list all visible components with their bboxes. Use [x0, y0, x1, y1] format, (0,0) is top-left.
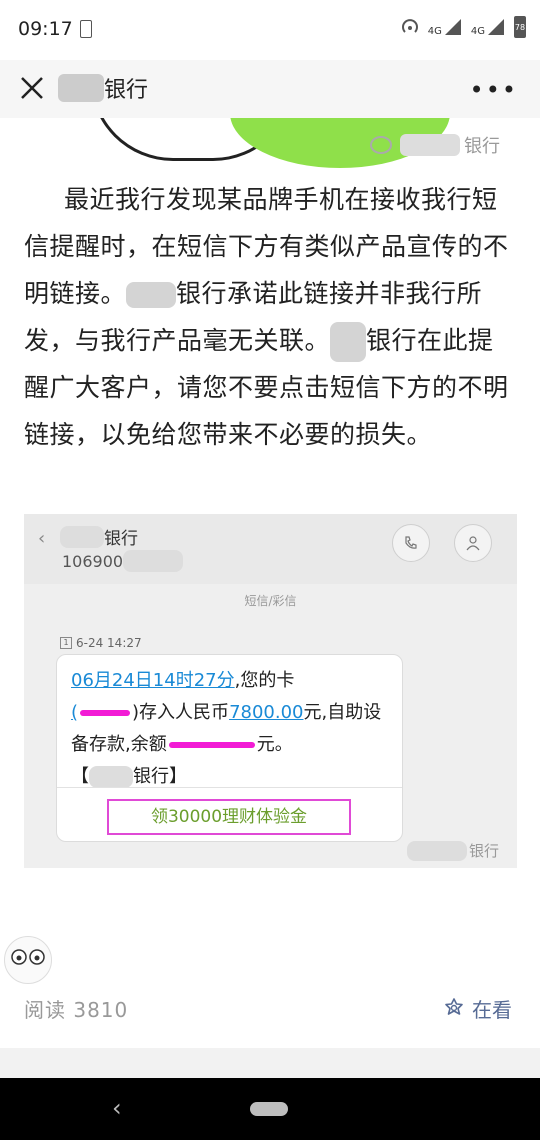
nav-back-icon[interactable]: ‹ [112, 1094, 122, 1122]
signal-2: 4G [471, 17, 506, 37]
signal-icon-2 [488, 19, 504, 35]
watermark-text: 银行 [464, 136, 500, 157]
sms-bubble: 06月24日14时27分,您的卡 ()存入人民币7800.00元,自助设备存款,… [56, 654, 403, 842]
blurred-bank-name [126, 282, 177, 308]
battery-icon: 78 [514, 16, 526, 38]
network-type-2: 4G [470, 26, 485, 37]
network-type-1: 4G [427, 26, 442, 37]
sms-date-link: 06月24日14时27分 [71, 670, 235, 691]
phone-icon [392, 524, 430, 562]
read-label: 阅读 [24, 998, 66, 1022]
blurred-number [123, 550, 184, 572]
image-watermark: 银行 [370, 132, 500, 158]
masked-card-number [80, 710, 131, 716]
sms-text-2: )存入人民币 [132, 702, 230, 723]
sms-number: 106900 [62, 550, 184, 572]
masked-balance [168, 742, 255, 748]
screenshot-watermark-text: 银行 [468, 842, 499, 860]
article-top-image: 银行 [0, 118, 540, 168]
hotspot-icon [401, 19, 418, 33]
battery-level: 78 [514, 22, 526, 32]
sim-card-icon [80, 20, 92, 38]
page-title-text: 银行 [104, 78, 149, 103]
page-bottom-strip [0, 1048, 540, 1078]
sms-sender: 银行 [60, 524, 138, 549]
more-menu-icon[interactable]: ••• [470, 76, 518, 104]
status-bar: 09:17 4G 4G 78 [0, 0, 540, 60]
blurred-bank-name [330, 322, 367, 362]
sms-card-paren: ( [71, 702, 79, 723]
sms-number-text: 106900 [62, 551, 124, 571]
sms-promo-banner: 领30000理财体验金 [107, 799, 351, 835]
sms-header: ‹ 银行 106900 [24, 514, 517, 584]
sms-sender-text: 银行 [104, 529, 138, 549]
sms-category: 短信/彩信 [244, 594, 297, 608]
status-icons: 4G 4G 78 [400, 16, 526, 38]
blurred-bank-name [89, 766, 133, 788]
sim-slot-icon: 1 [60, 637, 72, 649]
article-body: 最近我行发现某品牌手机在接收我行短信提醒时，在短信下方有类似产品宣传的不明链接。… [24, 176, 518, 458]
sms-message: 06月24日14时27分,您的卡 ()存入人民币7800.00元,自助设备存款,… [71, 665, 391, 793]
blurred-bank-name [58, 74, 104, 102]
sms-timestamp: 1 6-24 14:27 [60, 636, 142, 650]
nav-home-pill[interactable] [250, 1102, 288, 1116]
sms-text-4: 元。 [256, 734, 293, 755]
sms-sign-open: 【 [71, 766, 89, 787]
close-icon[interactable] [16, 72, 48, 104]
back-arrow-icon: ‹ [38, 528, 46, 549]
signal-1: 4G [428, 17, 463, 37]
wow-icon [445, 997, 463, 1015]
sms-timestamp-text: 6-24 14:27 [76, 636, 142, 650]
wow-label: 在看 [472, 998, 512, 1022]
bubble-divider [57, 787, 402, 788]
signal-icon [444, 19, 461, 35]
blurred-sender [60, 525, 104, 548]
emoji-face-icon [4, 936, 52, 984]
sms-sign-close: 银行】 [133, 766, 187, 787]
read-count: 阅读 3810 [24, 994, 128, 1023]
wechat-icon [370, 136, 392, 154]
sms-text-1: ,您的卡 [234, 670, 295, 691]
sms-amount-link: 7800.00 [229, 702, 304, 723]
wow-button[interactable]: 在看 [442, 994, 512, 1023]
title-bar: 银行 ••• [0, 60, 540, 118]
page-title: 银行 [58, 72, 148, 104]
blurred-watermark [400, 134, 460, 156]
contact-icon [454, 524, 492, 562]
screenshot-watermark: 银行 [406, 840, 499, 861]
status-time: 09:17 [18, 18, 73, 40]
sms-screenshot-image: ‹ 银行 106900 短信/彩信 1 6-24 14:27 06月24日14时… [24, 514, 517, 868]
blurred-watermark [406, 840, 467, 861]
system-navigation-bar: ‹ [0, 1078, 540, 1140]
read-number: 3810 [73, 998, 129, 1022]
